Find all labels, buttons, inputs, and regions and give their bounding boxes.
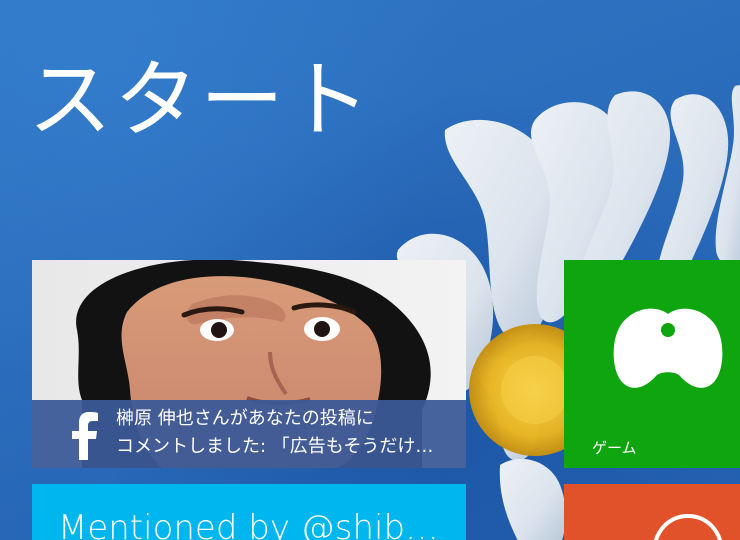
facebook-notification-line-2: コメントしました: 「広告もそうだけ… <box>116 436 434 457</box>
facebook-notification-line-1: 榊原 伸也さんがあなたの投稿に <box>116 408 374 429</box>
facebook-notification-caption: 榊原 伸也さんがあなたの投稿に コメントしました: 「広告もそうだけ… <box>32 400 466 468</box>
facebook-notification-text: 榊原 伸也さんがあなたの投稿に コメントしました: 「広告もそうだけ… <box>116 405 454 461</box>
xbox-controller-icon <box>613 308 723 388</box>
facebook-icon <box>72 412 98 460</box>
start-title: スタート <box>28 51 373 149</box>
twitter-tile-text: Mentioned by @shib… <box>58 508 440 540</box>
partial-ring-icon <box>654 514 722 540</box>
orange-tile[interactable] <box>564 484 740 540</box>
twitter-tile[interactable]: Mentioned by @shib… <box>32 484 466 540</box>
games-tile-label: ゲーム <box>592 439 637 457</box>
games-tile[interactable]: ゲーム <box>564 260 740 468</box>
facebook-tile[interactable]: 榊原 伸也さんがあなたの投稿に コメントしました: 「広告もそうだけ… <box>32 260 466 468</box>
